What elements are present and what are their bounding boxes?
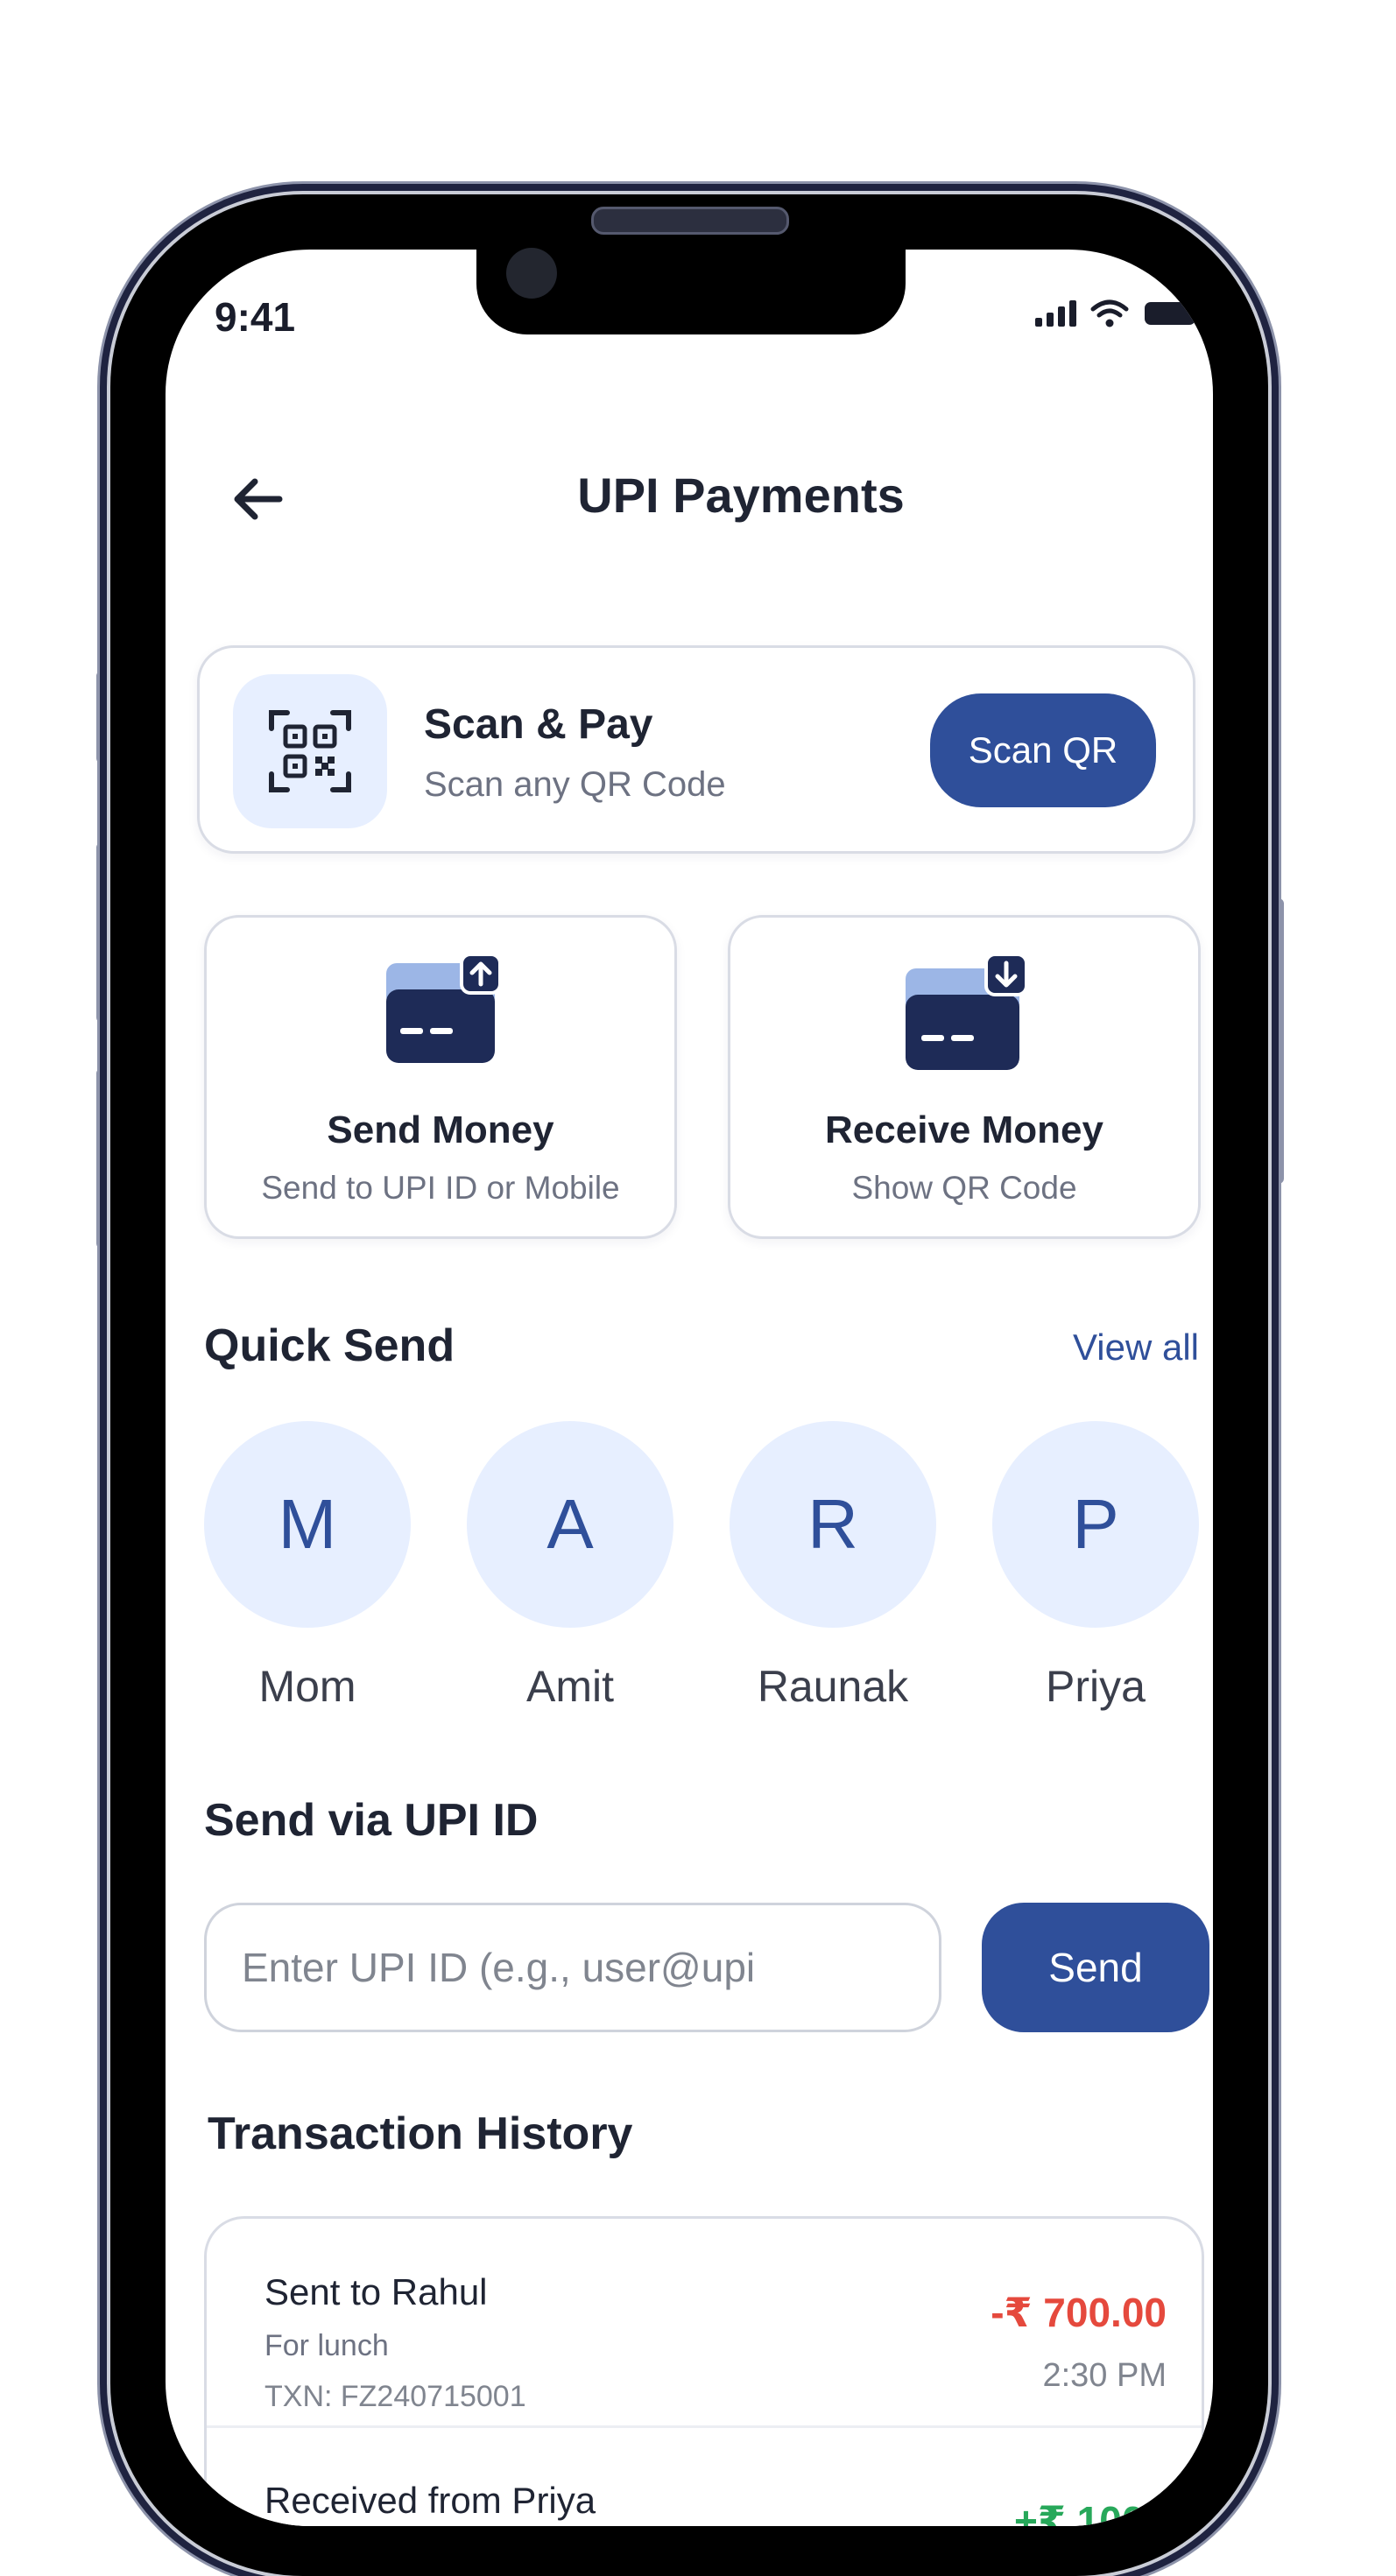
- qr-tile: [233, 674, 387, 828]
- contact-amit[interactable]: A Amit: [465, 1421, 675, 1712]
- transaction-amount: -₹ 700.00: [991, 2290, 1167, 2335]
- avatar: R: [730, 1421, 936, 1628]
- receive-money-subtitle: Show QR Code: [851, 1170, 1077, 1206]
- power-button: [1266, 898, 1284, 1184]
- contact-priya[interactable]: P Priya: [991, 1421, 1201, 1712]
- send-money-title: Send Money: [327, 1109, 554, 1151]
- transaction-amount: +₹ 1000: [1014, 2498, 1167, 2526]
- status-icons: [1035, 299, 1201, 328]
- contact-name: Raunak: [757, 1662, 909, 1711]
- contact-name: Mom: [258, 1662, 356, 1711]
- send-money-icon: [381, 953, 502, 1073]
- transaction-id: TXN: FZ240715001: [264, 2380, 526, 2413]
- qr-code-icon: [269, 710, 351, 792]
- transaction-time: 2:30 PM: [1042, 2357, 1167, 2394]
- contact-raunak[interactable]: R Raunak: [728, 1421, 938, 1712]
- transaction-row[interactable]: Sent to Rahul For lunch TXN: FZ240715001…: [207, 2219, 1202, 2428]
- send-button[interactable]: Send: [982, 1903, 1209, 2032]
- quick-send-title: Quick Send: [204, 1320, 455, 1371]
- send-via-upi-title: Send via UPI ID: [204, 1795, 539, 1846]
- front-camera: [506, 248, 557, 299]
- speaker-grille: [591, 207, 789, 235]
- transaction-history-title: Transaction History: [208, 2108, 633, 2159]
- scan-qr-button[interactable]: Scan QR: [930, 693, 1156, 807]
- phone-screen: 9:41 UPI Payments Scan & Pay Scan any QR…: [166, 250, 1213, 2526]
- receive-money-icon: [900, 953, 1028, 1078]
- contact-mom[interactable]: M Mom: [202, 1421, 412, 1712]
- wifi-icon: [1090, 299, 1129, 327]
- avatar: A: [467, 1421, 673, 1628]
- receive-money-card[interactable]: Receive Money Show QR Code: [728, 915, 1201, 1239]
- send-money-card[interactable]: Send Money Send to UPI ID or Mobile: [204, 915, 677, 1239]
- send-money-subtitle: Send to UPI ID or Mobile: [261, 1170, 620, 1206]
- transaction-note: For lunch: [264, 2329, 389, 2362]
- signal-icon: [1035, 300, 1076, 327]
- transaction-row[interactable]: Received from Priya +₹ 1000: [207, 2427, 1202, 2526]
- transaction-name: Received from Priya: [264, 2480, 596, 2521]
- view-all-link[interactable]: View all: [1073, 1327, 1199, 1369]
- avatar: P: [992, 1421, 1199, 1628]
- scan-pay-subtitle: Scan any QR Code: [424, 765, 726, 804]
- scan-pay-title: Scan & Pay: [424, 701, 653, 748]
- battery-icon: [1145, 302, 1195, 325]
- transaction-name: Sent to Rahul: [264, 2271, 488, 2312]
- contact-name: Priya: [1046, 1662, 1146, 1711]
- avatar: M: [204, 1421, 411, 1628]
- scan-pay-card: Scan & Pay Scan any QR Code Scan QR: [197, 645, 1195, 854]
- contact-name: Amit: [526, 1662, 614, 1711]
- transaction-list: Sent to Rahul For lunch TXN: FZ240715001…: [204, 2216, 1204, 2526]
- upi-id-input[interactable]: [204, 1903, 941, 2032]
- page-title: UPI Payments: [577, 468, 905, 523]
- receive-money-title: Receive Money: [825, 1109, 1103, 1151]
- status-time: 9:41: [215, 294, 296, 340]
